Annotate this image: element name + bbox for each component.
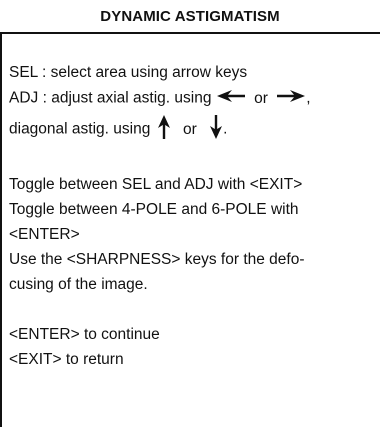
diagonal-label: diagonal astig. using: [9, 120, 151, 138]
sharpness-line-2: cusing of the image.: [9, 276, 148, 293]
arrow-up-icon: [157, 114, 171, 145]
sel-line: SEL : select area using arrow keys: [9, 64, 248, 81]
adj-line: ADJ : adjust axial astig. using or ,: [9, 89, 311, 108]
title-divider: [0, 32, 380, 34]
page-title: DYNAMIC ASTIGMATISM: [100, 8, 280, 25]
enter-continue-line: <ENTER> to continue: [9, 326, 160, 343]
exit-return-line: <EXIT> to return: [9, 351, 124, 368]
toggle-pole-line-2: <ENTER>: [9, 226, 80, 243]
diagonal-or: or: [182, 120, 197, 138]
arrow-down-icon: [209, 114, 223, 145]
toggle-pole-line-1: Toggle between 4-POLE and 6-POLE with: [9, 201, 299, 218]
arrow-right-icon: [276, 89, 306, 108]
sharpness-line-1: Use the <SHARPNESS> keys for the defo-: [9, 251, 305, 268]
diagonal-line: diagonal astig. using or .: [9, 114, 227, 145]
diagonal-suffix: .: [223, 120, 228, 138]
adj-suffix: ,: [306, 89, 311, 107]
osd-panel: DYNAMIC ASTIGMATISM SEL : select area us…: [0, 0, 380, 427]
adj-or: or: [254, 89, 268, 107]
adj-label: ADJ : adjust axial astig. using: [9, 89, 212, 107]
left-border: [0, 34, 2, 427]
arrow-left-icon: [216, 89, 246, 108]
toggle-sel-adj-line: Toggle between SEL and ADJ with <EXIT>: [9, 176, 303, 193]
